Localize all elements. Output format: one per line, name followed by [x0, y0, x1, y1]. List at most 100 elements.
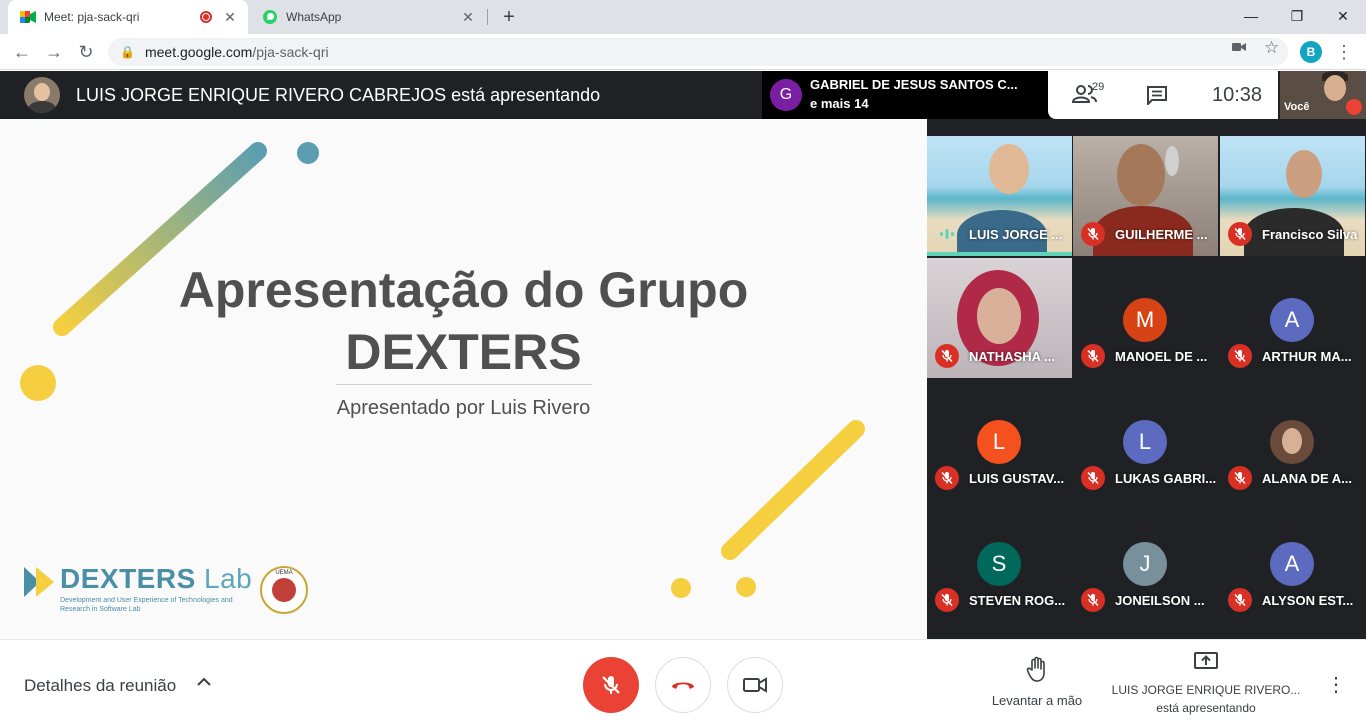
dot-yellow-small-1 [671, 578, 691, 598]
mic-off-icon [1228, 344, 1252, 368]
participant-label: NATHASHA ... [935, 344, 1055, 368]
presenter-text: LUIS JORGE ENRIQUE RIVERO CABREJOS está … [76, 85, 601, 105]
participant-count: 29 [1092, 81, 1105, 93]
dexters-tagline: Development and User Experience of Techn… [60, 597, 233, 613]
reload-icon[interactable]: ↻ [74, 40, 98, 64]
participant-avatar: L [977, 420, 1021, 464]
raise-hand-button[interactable]: Levantar a mão [985, 656, 1089, 708]
presenting-label: LUIS JORGE ENRIQUE RIVERO... está apresen… [1111, 683, 1301, 715]
mic-off-icon [935, 466, 959, 490]
chat-icon[interactable] [1146, 85, 1168, 107]
camera-icon[interactable] [1232, 40, 1246, 57]
mic-off-icon [1228, 222, 1252, 246]
mic-off-icon [1081, 588, 1105, 612]
participant-avatar: M [1123, 298, 1167, 342]
participant-tile[interactable]: A ARTHUR MA... [1220, 258, 1365, 378]
speaker-name: GABRIEL DE JESUS SANTOS C... [810, 77, 1018, 92]
presentation-slide: Apresentação do Grupo DEXTERS Apresentad… [0, 119, 927, 639]
meeting-info-panel: 29 10:38 [1048, 71, 1278, 119]
participant-label: LUKAS GABRI... [1081, 466, 1216, 490]
participant-avatar: J [1123, 542, 1167, 586]
participant-label: JONEILSON ... [1081, 588, 1205, 612]
active-speaker-bar [927, 252, 1072, 256]
dot-yellow-small-2 [736, 577, 756, 597]
participant-label: STEVEN ROG... [935, 588, 1065, 612]
dot-teal [297, 142, 319, 164]
url-field[interactable]: 🔒 meet.google.com/pja-sack-qri [108, 38, 1288, 66]
meeting-details-button[interactable]: Detalhes da reunião [24, 676, 176, 696]
mic-off-icon [1081, 344, 1105, 368]
mic-off-icon [1081, 222, 1105, 246]
active-speaker: G GABRIEL DE JESUS SANTOS C... e mais 14 [762, 71, 1050, 119]
profile-avatar[interactable]: B [1300, 41, 1322, 63]
diagonal-bar-right [721, 420, 865, 560]
close-icon[interactable]: ✕ [222, 9, 238, 25]
participant-tile[interactable]: J JONEILSON ... [1073, 502, 1218, 622]
tab-title: WhatsApp [286, 10, 342, 24]
self-label: Você [1284, 101, 1310, 113]
address-bar: ← → ↻ 🔒 meet.google.com/pja-sack-qri ☆ B… [0, 34, 1366, 70]
more-icon[interactable]: ⋮ [1326, 672, 1346, 696]
slide-divider [336, 384, 592, 385]
participant-avatar: L [1123, 420, 1167, 464]
mic-off-icon [602, 676, 620, 694]
mic-toggle-button[interactable] [583, 657, 639, 713]
participant-label: LUIS JORGE ... [935, 222, 1062, 246]
star-icon[interactable]: ☆ [1264, 38, 1279, 58]
speaker-more: e mais 14 [810, 96, 869, 111]
participants-grid: LUIS JORGE ... GUILHERME ... Francisco S… [927, 119, 1366, 639]
mic-off-icon [1228, 466, 1252, 490]
present-now-button[interactable]: LUIS JORGE ENRIQUE RIVERO... está apresen… [1106, 652, 1306, 717]
participant-tile[interactable]: L LUIS GUSTAV... [927, 380, 1072, 500]
dexters-logo-icon [24, 567, 54, 597]
whatsapp-favicon [262, 9, 278, 25]
mic-off-icon [1081, 466, 1105, 490]
new-tab-icon[interactable]: + [498, 6, 520, 28]
raise-hand-label: Levantar a mão [991, 693, 1083, 708]
chevron-up-icon[interactable] [196, 674, 212, 692]
speaking-indicator-icon [935, 222, 959, 246]
close-icon[interactable]: ✕ [460, 9, 476, 25]
participant-tile[interactable]: Francisco Silva [1220, 136, 1365, 256]
participant-tile[interactable]: S STEVEN ROG... [927, 502, 1072, 622]
raise-hand-icon [1026, 656, 1045, 682]
participant-avatar: A [1270, 298, 1314, 342]
self-face [1324, 75, 1346, 101]
tab-whatsapp[interactable]: WhatsApp ✕ [250, 0, 486, 34]
participant-label: ALANA DE A... [1228, 466, 1352, 490]
recording-icon [200, 11, 212, 23]
participant-label: Francisco Silva [1228, 222, 1357, 246]
participant-avatar: A [1270, 542, 1314, 586]
tab-separator [487, 9, 488, 25]
call-controls-bar: Detalhes da reunião Levantar a mão LUIS … [0, 639, 1366, 728]
meet-favicon [20, 9, 36, 25]
participant-tile[interactable]: GUILHERME ... [1073, 136, 1218, 256]
participant-label: ALYSON EST... [1228, 588, 1353, 612]
browser-menu-icon[interactable]: ⋮ [1334, 41, 1354, 63]
tab-title: Meet: pja-sack-qri [44, 10, 140, 24]
minimize-icon[interactable]: — [1228, 0, 1274, 32]
participant-photo [1270, 420, 1314, 464]
url-text: meet.google.com/pja-sack-qri [144, 44, 329, 60]
self-view[interactable]: Você [1280, 71, 1366, 119]
slide-subtitle: Apresentado por Luis Rivero [336, 397, 591, 419]
participant-tile[interactable]: L LUKAS GABRI... [1073, 380, 1218, 500]
participant-tile[interactable]: NATHASHA ... [927, 258, 1072, 378]
participant-tile[interactable]: M MANOEL DE ... [1073, 258, 1218, 378]
participant-label: MANOEL DE ... [1081, 344, 1207, 368]
video-icon [743, 677, 767, 693]
tab-meet[interactable]: Meet: pja-sack-qri ✕ [8, 0, 248, 34]
participant-tile[interactable]: LUIS JORGE ... [927, 136, 1072, 256]
speaker-avatar: G [770, 79, 802, 111]
camera-toggle-button[interactable] [727, 657, 783, 713]
hangup-button[interactable] [655, 657, 711, 713]
restore-icon[interactable]: ❐ [1274, 0, 1320, 32]
hangup-icon [672, 682, 694, 689]
participant-label: GUILHERME ... [1081, 222, 1207, 246]
window-close-icon[interactable]: ✕ [1320, 0, 1366, 32]
participant-tile[interactable]: A ALYSON EST... [1220, 502, 1365, 622]
uema-seal: UEMA [260, 566, 308, 614]
forward-icon[interactable]: → [42, 40, 66, 64]
participant-tile[interactable]: ALANA DE A... [1220, 380, 1365, 500]
back-icon[interactable]: ← [10, 40, 34, 64]
